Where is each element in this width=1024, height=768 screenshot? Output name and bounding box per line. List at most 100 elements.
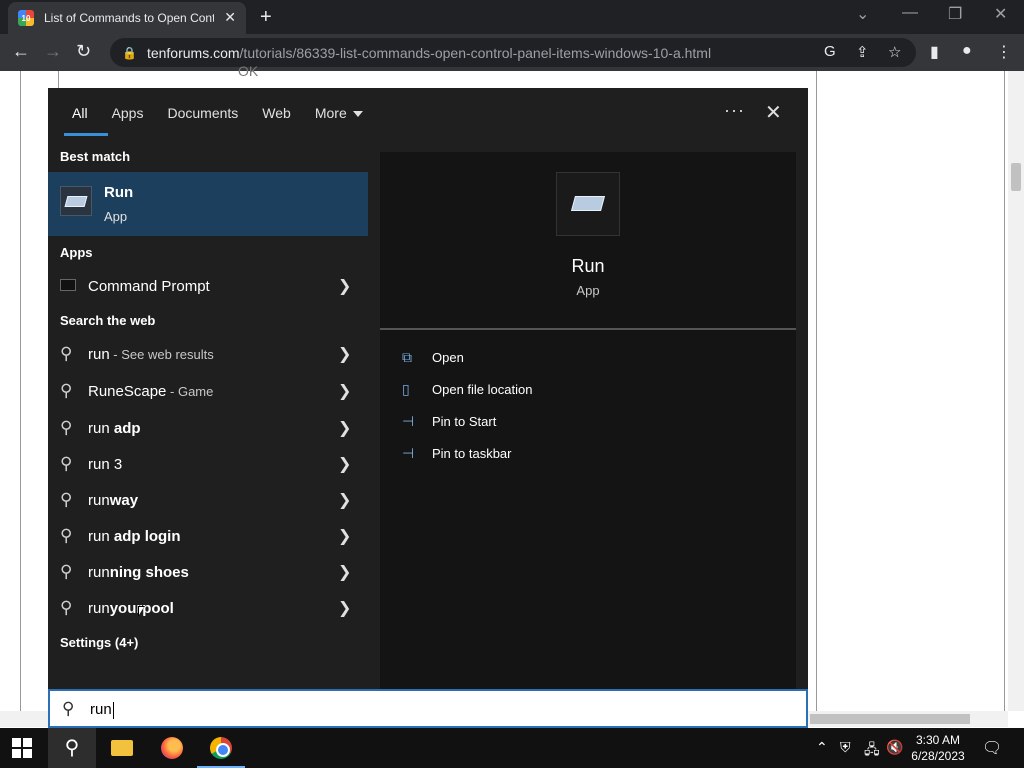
google-lens-icon[interactable]: G (824, 43, 836, 60)
action-label: Open file location (432, 382, 533, 397)
mouse-cursor-icon (138, 606, 145, 617)
page-border-left (20, 71, 21, 711)
show-hidden-icons-icon[interactable]: ⌃ (816, 739, 828, 756)
search-input[interactable]: ⚲ run (48, 689, 808, 728)
tab-web[interactable]: Web (250, 88, 303, 138)
action-label: Open (432, 350, 464, 365)
chevron-right-icon[interactable]: ❯ (338, 526, 351, 546)
window-close-icon[interactable]: ✕ (994, 4, 1007, 24)
chevron-right-icon[interactable]: ❯ (338, 276, 351, 296)
web-result-item[interactable]: ⚲ running shoes ❯ (48, 554, 368, 590)
file-location-icon: ▯ (402, 381, 410, 397)
search-web-heading: Search the web (60, 313, 156, 328)
search-icon: ⚲ (60, 526, 73, 545)
side-panel-icon[interactable]: ▮ (930, 42, 939, 62)
taskbar: ⚲ ⌃ ⛨ 🖧 🔇 3:30 AM 6/28/2023 🗨 (0, 728, 1024, 768)
search-icon: ⚲ (62, 699, 75, 718)
chevron-right-icon[interactable]: ❯ (338, 381, 351, 401)
chevron-right-icon[interactable]: ❯ (338, 418, 351, 438)
chevron-right-icon[interactable]: ❯ (338, 454, 351, 474)
run-app-icon (556, 172, 620, 236)
menu-dots-icon[interactable]: ⋮ (996, 42, 1012, 62)
action-label: Pin to Start (432, 414, 497, 429)
reload-icon[interactable]: ↻ (76, 41, 91, 62)
close-search-icon[interactable]: ✕ (765, 100, 782, 125)
run-app-icon (60, 186, 92, 216)
url-path: /tutorials/86339-list-commands-open-cont… (239, 44, 712, 61)
tenforums-favicon-icon: 10 (18, 10, 34, 26)
vertical-scroll-thumb[interactable] (1011, 163, 1021, 191)
network-icon[interactable]: 🖧 (864, 739, 880, 763)
profile-icon[interactable]: ● (962, 42, 972, 60)
list-item-command-prompt[interactable]: Command Prompt ❯ (48, 268, 368, 304)
action-open-file-location[interactable]: ▯ Open file location (402, 378, 782, 406)
preview-divider (380, 328, 796, 330)
address-bar[interactable]: 🔒 tenforums.com/tutorials/86339-list-com… (110, 38, 916, 67)
caret-down-icon (352, 111, 363, 118)
web-result-item[interactable]: ⚲ run adp login ❯ (48, 518, 368, 554)
forward-icon[interactable]: → (44, 41, 62, 62)
windows-start-icon[interactable] (12, 738, 32, 758)
vertical-scrollbar[interactable] (1008, 71, 1024, 711)
tab-documents[interactable]: Documents (155, 88, 250, 138)
chevron-right-icon[interactable]: ❯ (338, 562, 351, 582)
back-icon[interactable]: ← (12, 41, 30, 62)
chrome-icon[interactable] (197, 728, 245, 768)
tab-search-icon[interactable]: ⌄ (856, 4, 869, 24)
action-pin-to-start[interactable]: ⊣ Pin to Start (402, 410, 782, 438)
bookmark-star-icon[interactable]: ☆ (888, 43, 901, 61)
search-filter-tabs: All Apps Documents Web More (48, 88, 808, 138)
preview-title: Run (571, 256, 605, 276)
notifications-icon[interactable]: 🗨 (982, 738, 1002, 758)
tab-all[interactable]: All (60, 88, 108, 138)
page-ok-text: OK (238, 63, 259, 79)
web-result-item[interactable]: ⚲ runway ❯ (48, 482, 368, 518)
web-result-item[interactable]: ⚲ RuneScape - Game ❯ (48, 373, 368, 409)
file-explorer-icon[interactable] (98, 728, 146, 768)
minimize-icon[interactable]: — (902, 4, 918, 22)
best-match-item[interactable]: Run App (48, 172, 368, 236)
browser-tab[interactable]: 10 List of Commands to Open Control Pane… (8, 2, 246, 34)
apps-heading: Apps (60, 245, 93, 260)
tab-more-label: More (314, 105, 347, 121)
search-icon: ⚲ (60, 490, 73, 509)
chevron-right-icon[interactable]: ❯ (338, 344, 351, 364)
security-shield-icon[interactable]: ⛨ (840, 739, 851, 756)
web-result-text: run - See web results (88, 345, 214, 363)
best-match-subtitle: App (104, 209, 128, 224)
open-icon: ⧉ (402, 349, 412, 365)
web-result-text: run adp login (88, 527, 181, 545)
settings-heading[interactable]: Settings (4+) (60, 635, 138, 650)
taskbar-clock[interactable]: 3:30 AM 6/28/2023 (906, 732, 970, 764)
share-icon[interactable]: ⇪ (856, 43, 869, 61)
web-result-item[interactable]: ⚲ runyourpool ❯ (48, 590, 368, 626)
page-border-right (816, 71, 817, 711)
restore-icon[interactable]: ❐ (948, 4, 962, 24)
best-match-title: Run (104, 184, 134, 201)
action-pin-to-taskbar[interactable]: ⊣ Pin to taskbar (402, 442, 782, 470)
lock-icon[interactable]: 🔒 (122, 46, 137, 60)
start-search-panel: All Apps Documents Web More ··· ✕ Best m… (48, 88, 808, 689)
preview-pane: Run App ⧉ Open ▯ Open file location ⊣ Pi… (380, 152, 796, 689)
web-result-text: runway (88, 491, 139, 509)
taskbar-search-icon[interactable]: ⚲ (48, 728, 96, 768)
more-options-icon[interactable]: ··· (724, 100, 745, 121)
tab-close-icon[interactable]: ✕ (224, 9, 236, 26)
action-label: Pin to taskbar (432, 446, 512, 461)
volume-muted-icon[interactable]: 🔇 (886, 739, 903, 756)
web-result-text: run adp (88, 419, 141, 437)
new-tab-icon[interactable]: + (260, 6, 272, 29)
web-result-item[interactable]: ⚲ run - See web results ❯ (48, 336, 368, 372)
web-result-item[interactable]: ⚲ run adp ❯ (48, 410, 368, 446)
web-result-item[interactable]: ⚲ run 3 ❯ (48, 446, 368, 482)
chevron-right-icon[interactable]: ❯ (338, 598, 351, 618)
firefox-icon[interactable] (148, 728, 196, 768)
search-icon: ⚲ (60, 562, 73, 581)
page-border-far-right (1004, 71, 1005, 711)
best-match-heading: Best match (60, 149, 131, 164)
chevron-right-icon[interactable]: ❯ (338, 490, 351, 510)
horizontal-scroll-thumb[interactable] (810, 714, 970, 724)
tab-apps[interactable]: Apps (100, 88, 156, 138)
action-open[interactable]: ⧉ Open (402, 346, 782, 374)
tab-more[interactable]: More (303, 88, 375, 138)
